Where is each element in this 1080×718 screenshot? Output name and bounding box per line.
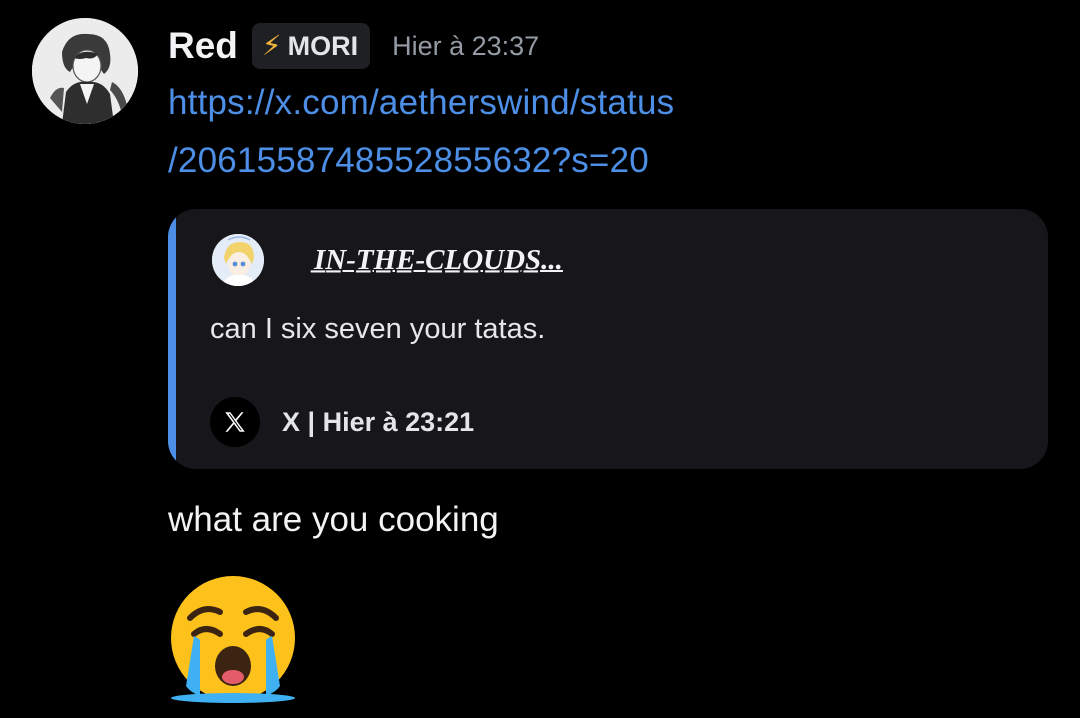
tweet-link[interactable]: https://x.com/aetherswind/status /206155…: [168, 74, 1058, 190]
message-text: what are you cooking: [168, 500, 499, 539]
embed-accent-bar: [168, 209, 176, 469]
embed-author[interactable]: I̲N̲-T̲H̲E̲-C̲L̲O̲U̲D̲S̲...: [212, 234, 563, 286]
message-timestamp: Hier à 23:37: [392, 30, 540, 61]
server-tag[interactable]: ⚡ MORI: [251, 23, 371, 69]
avatar-image: [32, 18, 138, 124]
chat-message: Red ⚡ MORI Hier à 23:37 https://x.com/ae…: [0, 0, 1080, 718]
embed-description: can I six seven your tatas.: [210, 313, 546, 345]
message-header: Red ⚡ MORI Hier à 23:37: [168, 20, 1058, 72]
message-content: Red ⚡ MORI Hier à 23:37 https://x.com/ae…: [168, 20, 1058, 703]
lightning-bolt-icon: ⚡: [261, 30, 282, 61]
embed-author-name: I̲N̲-T̲H̲E̲-C̲L̲O̲U̲D̲S̲...: [314, 243, 563, 276]
loudly-crying-face-emoji[interactable]: [168, 574, 298, 704]
embed-footer: X | Hier à 23:21: [210, 397, 474, 447]
embed-author-avatar: [212, 234, 264, 286]
server-tag-label: MORI: [287, 30, 359, 61]
embed-footer-text: X | Hier à 23:21: [282, 406, 475, 437]
user-avatar[interactable]: [32, 18, 138, 124]
username[interactable]: Red: [168, 25, 238, 67]
link-embed[interactable]: I̲N̲-T̲H̲E̲-C̲L̲O̲U̲D̲S̲... can I six se…: [168, 209, 1048, 469]
tweet-link-line1: https://x.com/aetherswind/status: [168, 83, 675, 122]
x-logo-icon: [210, 397, 260, 447]
tweet-link-line2: /2061558748552855632?s=20: [168, 141, 649, 180]
